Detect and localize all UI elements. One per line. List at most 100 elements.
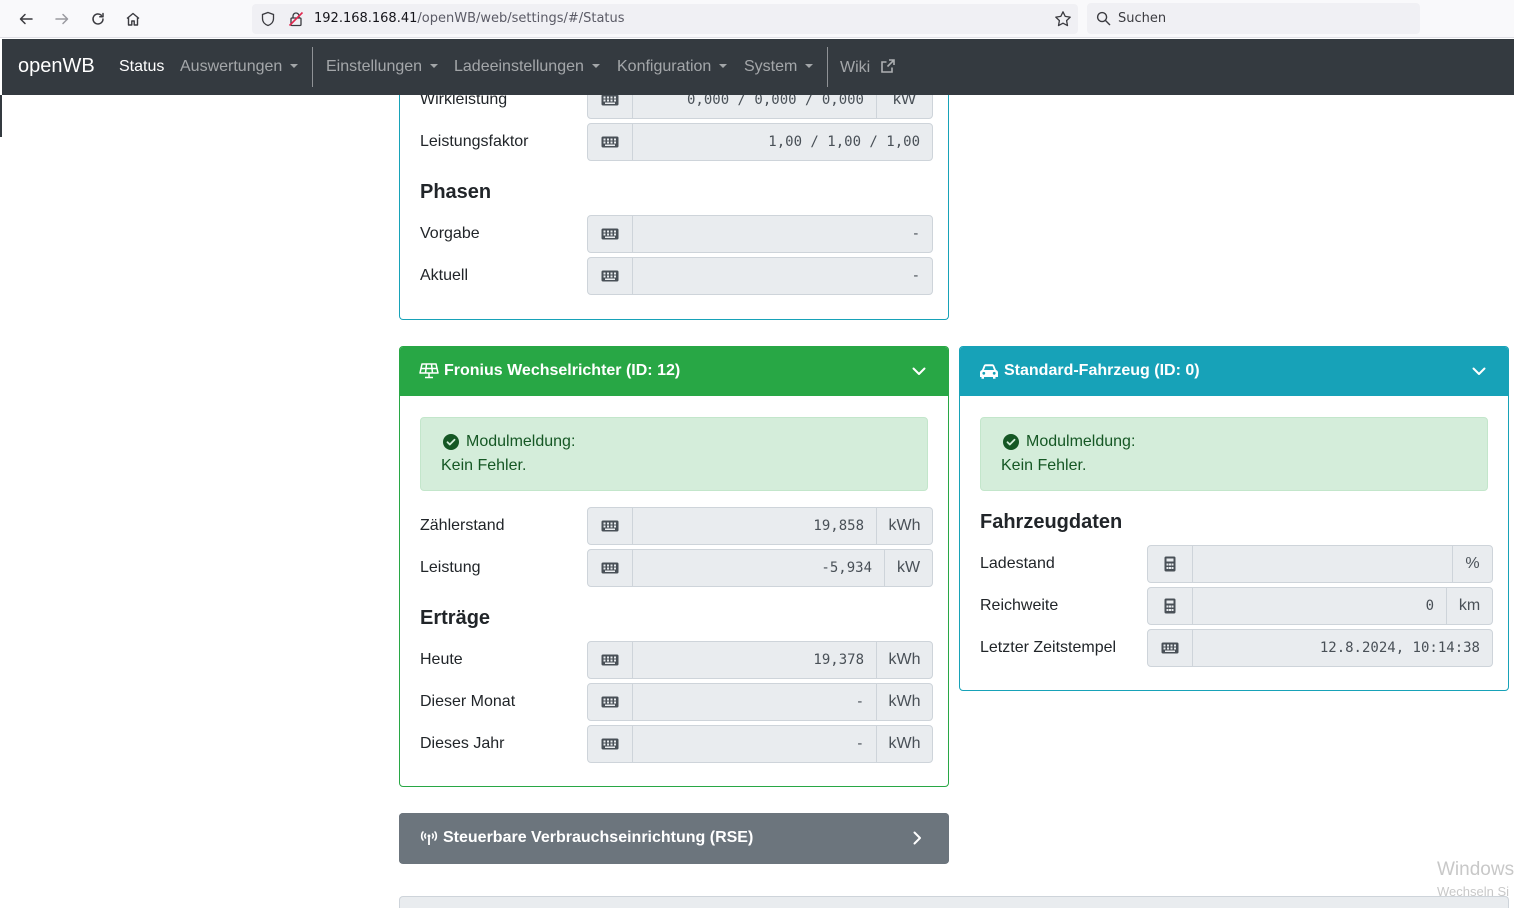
nav-auswertungen[interactable]: Auswertungen — [180, 58, 299, 76]
nav-konfiguration-label: Konfiguration — [617, 58, 712, 75]
vorgabe-field: - — [587, 215, 933, 253]
caret-down-icon — [719, 64, 728, 68]
row-label: Letzter Zeitstempel — [980, 639, 1117, 656]
forward-button[interactable] — [49, 6, 75, 32]
windows-activation-watermark: Windows — [1437, 859, 1514, 880]
keyboard-icon — [588, 726, 633, 762]
leistungsfaktor-value: 1,00 / 1,00 / 1,00 — [768, 134, 920, 150]
unit-label: % — [1452, 546, 1492, 582]
monat-value: - — [855, 694, 864, 710]
caret-down-icon — [290, 64, 299, 68]
zaehlerstand-field: 19,858 kWh — [587, 507, 933, 545]
unit-label: km — [1446, 588, 1492, 624]
alert-text: Kein Fehler. — [441, 457, 527, 474]
inverter-card-header[interactable]: Fronius Wechselrichter (ID: 12) — [400, 347, 948, 396]
car-icon — [980, 364, 998, 379]
keyboard-icon — [588, 508, 633, 544]
section-heading: Erträge — [420, 607, 491, 629]
nav-wiki-label: Wiki — [840, 59, 871, 76]
rse-card-header[interactable]: Steuerbare Verbrauchseinrichtung (RSE) — [399, 813, 949, 863]
module-status-alert: Modulmeldung: Kein Fehler. — [420, 417, 928, 491]
nav-system-label: System — [744, 58, 798, 75]
row-label: Leistung — [420, 559, 481, 576]
row-label: Vorgabe — [420, 225, 480, 242]
leistung-value: -5,934 — [821, 560, 872, 576]
shield-icon[interactable] — [260, 11, 276, 27]
arrow-right-icon — [55, 13, 69, 25]
insecure-lock-icon[interactable] — [288, 11, 304, 27]
alert-title: Modulmeldung: — [466, 433, 576, 450]
zaehlerstand-value: 19,858 — [813, 518, 864, 534]
nav-divider — [827, 47, 828, 87]
nav-status[interactable]: Status — [119, 58, 164, 76]
sidebar-edge — [0, 95, 2, 137]
counter-card: Wirkleistung 0,000 / 0,000 / 0,000 kW Le… — [399, 60, 949, 320]
reload-icon — [92, 12, 104, 25]
inverter-card-title: Fronius Wechselrichter (ID: 12) — [444, 362, 681, 379]
row-label: Zählerstand — [420, 517, 505, 534]
search-placeholder: Suchen — [1118, 11, 1167, 26]
nav-wiki[interactable]: Wiki — [840, 58, 896, 77]
keyboard-icon — [588, 216, 633, 252]
row-label: Aktuell — [420, 267, 469, 284]
rse-card-title: Steuerbare Verbrauchseinrichtung (RSE) — [443, 829, 754, 846]
inverter-card: Fronius Wechselrichter (ID: 12) Modulmel… — [399, 346, 949, 787]
chevron-right-icon[interactable] — [909, 830, 925, 846]
module-status-alert: Modulmeldung: Kein Fehler. — [980, 417, 1488, 491]
rse-card[interactable]: Steuerbare Verbrauchseinrichtung (RSE) — [399, 813, 949, 864]
url-path: /openWB/web/settings/#/Status — [417, 11, 625, 26]
caret-down-icon — [430, 64, 439, 68]
caret-down-icon — [591, 64, 600, 68]
vorgabe-value: - — [911, 226, 920, 242]
reload-button[interactable] — [85, 6, 111, 32]
home-icon — [126, 12, 140, 26]
url-bar[interactable]: 192.168.168.41/openWB/web/settings/#/Sta… — [252, 4, 1078, 34]
heute-field: 19,378 kWh — [587, 641, 933, 679]
chevron-down-icon[interactable] — [911, 363, 927, 379]
home-button[interactable] — [120, 6, 146, 32]
row-label: Reichweite — [980, 597, 1059, 614]
brand-logo[interactable]: openWB — [18, 55, 95, 78]
nav-ladeeinstellungen[interactable]: Ladeeinstellungen — [454, 58, 600, 76]
vehicle-card-header[interactable]: Standard-Fahrzeug (ID: 0) — [960, 347, 1508, 396]
aktuell-field: - — [587, 257, 933, 295]
zeitstempel-field: 12.8.2024, 10:14:38 — [1147, 629, 1493, 667]
back-button[interactable] — [13, 6, 39, 32]
row-label: Leistungsfaktor — [420, 133, 529, 150]
app-navbar: openWB Status Auswertungen Einstellungen… — [2, 39, 1514, 95]
keyboard-icon — [588, 684, 633, 720]
browser-toolbar: 192.168.168.41/openWB/web/settings/#/Sta… — [0, 0, 1514, 38]
caret-down-icon — [805, 64, 814, 68]
solar-panel-icon — [419, 363, 439, 379]
unit-label: kWh — [876, 726, 932, 762]
chevron-down-icon[interactable] — [1471, 363, 1487, 379]
row-label: Heute — [420, 651, 463, 668]
nav-konfiguration[interactable]: Konfiguration — [617, 58, 728, 76]
unit-label: kW — [884, 550, 932, 586]
windows-activation-subtext: Wechseln Si — [1437, 884, 1510, 899]
section-heading: Fahrzeugdaten — [980, 511, 1123, 533]
reichweite-field: 0 km — [1147, 587, 1493, 625]
nav-einstellungen[interactable]: Einstellungen — [326, 58, 439, 76]
alert-title: Modulmeldung: — [1026, 433, 1136, 450]
keyboard-icon — [1148, 630, 1193, 666]
check-circle-icon — [1003, 434, 1019, 450]
keyboard-icon — [588, 258, 633, 294]
url-text[interactable]: 192.168.168.41/openWB/web/settings/#/Sta… — [314, 11, 625, 26]
jahr-field: - kWh — [587, 725, 933, 763]
heute-value: 19,378 — [813, 652, 864, 668]
search-input[interactable]: Suchen — [1087, 3, 1420, 34]
arrow-left-icon — [19, 13, 33, 25]
unit-label: kWh — [876, 508, 932, 544]
row-label: Dieses Jahr — [420, 735, 505, 752]
url-host: 192.168.168.41 — [314, 11, 418, 26]
bookmark-star-icon[interactable] — [1054, 10, 1072, 28]
calculator-icon — [1148, 546, 1193, 582]
nav-einstellungen-label: Einstellungen — [326, 58, 423, 75]
external-link-icon — [880, 59, 895, 73]
nav-divider — [312, 47, 313, 87]
nav-system[interactable]: System — [744, 58, 814, 76]
keyboard-icon — [588, 642, 633, 678]
unit-label: kWh — [876, 642, 932, 678]
section-heading: Phasen — [420, 181, 492, 203]
